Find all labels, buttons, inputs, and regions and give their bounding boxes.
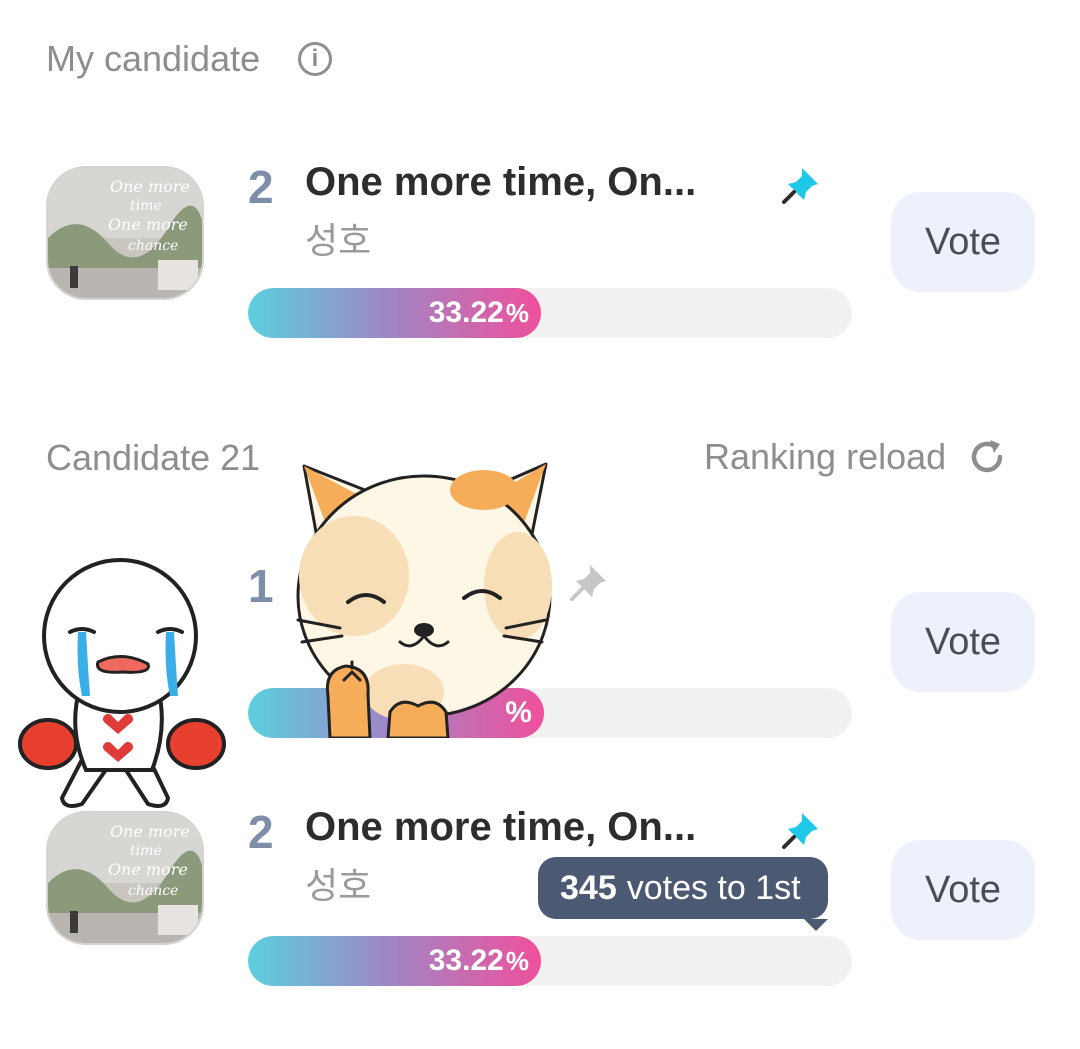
vote-button[interactable]: Vote xyxy=(891,192,1035,292)
pin-icon[interactable] xyxy=(568,559,614,608)
votes-to-first-tooltip: 345 votes to 1st xyxy=(538,857,828,931)
info-icon[interactable]: i xyxy=(298,42,332,76)
vote-percent: 33.22 xyxy=(428,296,504,329)
svg-text:chance: chance xyxy=(128,238,178,254)
ranking-reload-button[interactable]: Ranking reload xyxy=(704,436,1008,478)
angry-cat-sticker xyxy=(284,456,554,743)
ranking-reload-label: Ranking reload xyxy=(704,436,947,477)
my-candidate-title: My candidate xyxy=(46,38,261,79)
svg-text:One more: One more xyxy=(108,860,188,879)
reload-icon xyxy=(966,436,1008,478)
crying-character-sticker xyxy=(18,558,228,825)
percent-sign: % xyxy=(505,945,529,976)
pin-icon[interactable] xyxy=(780,162,826,211)
percent-sign: % xyxy=(505,297,529,328)
tooltip-arrow xyxy=(804,919,828,931)
svg-text:One more: One more xyxy=(110,177,190,196)
rank-number: 2 xyxy=(248,161,274,213)
vote-progress-bar: 33.22% xyxy=(248,936,852,986)
svg-text:time: time xyxy=(130,198,162,214)
album-cover: One more time One more chance xyxy=(46,166,204,300)
pin-icon[interactable] xyxy=(780,807,826,856)
artist-name: 성호 xyxy=(305,221,372,262)
rank-number: 1 xyxy=(248,560,274,612)
vote-button[interactable]: Vote xyxy=(891,840,1035,940)
vote-percent: 33.22 xyxy=(428,944,504,977)
vote-button[interactable]: Vote xyxy=(891,592,1035,692)
rank-number: 2 xyxy=(248,806,274,858)
candidate-row-2: One more time One more chance 2 One more… xyxy=(0,805,1080,995)
song-title: One more time, On... xyxy=(305,805,697,849)
svg-text:time: time xyxy=(130,843,162,859)
album-cover: One more time One more chance xyxy=(46,811,204,945)
votes-needed-count: 345 xyxy=(560,868,617,907)
svg-text:chance: chance xyxy=(128,883,178,899)
vote-progress-bar: 33.22% xyxy=(248,288,852,338)
song-title: One more time, On... xyxy=(305,160,697,204)
svg-text:One more: One more xyxy=(108,215,188,234)
my-candidate-row: One more time One more chance 2 One more… xyxy=(0,160,1080,350)
candidate-count: Candidate 21 xyxy=(46,437,261,478)
votes-needed-label: votes to 1st xyxy=(626,868,801,907)
vote-progress-fill: 33.22% xyxy=(248,936,541,986)
vote-progress-fill: 33.22% xyxy=(248,288,541,338)
artist-name: 성호 xyxy=(305,866,372,907)
